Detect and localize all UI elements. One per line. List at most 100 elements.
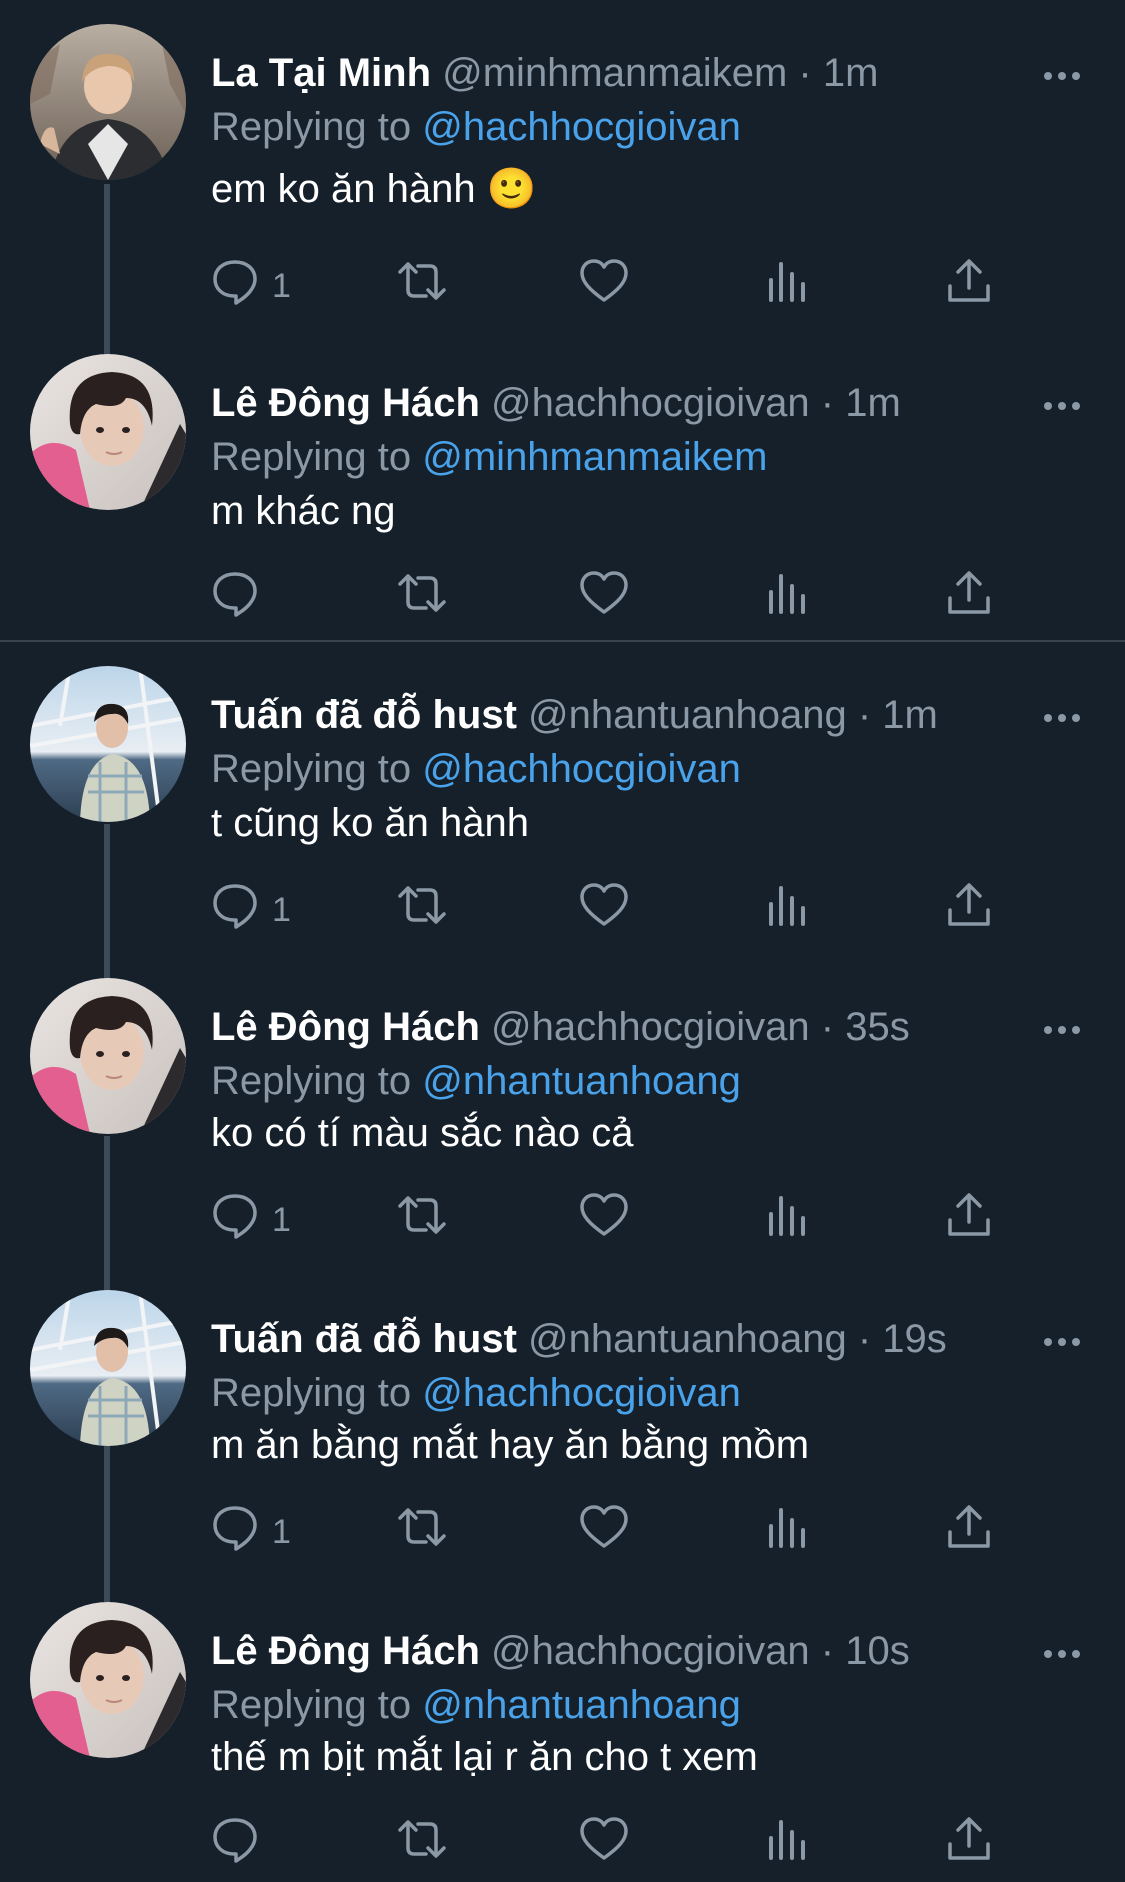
timestamp[interactable]: 19s xyxy=(882,1317,947,1361)
share-button[interactable] xyxy=(944,568,994,628)
like-button[interactable] xyxy=(578,568,630,628)
retweet-icon xyxy=(398,1508,446,1546)
reply-mention-link[interactable]: @hachhocgioivan xyxy=(422,105,741,149)
display-name[interactable]: Tuấn đã đỗ hust xyxy=(211,693,517,737)
reply-button[interactable]: 1 xyxy=(210,1502,310,1562)
timestamp[interactable]: 1m xyxy=(823,51,879,95)
tweet[interactable]: Lê Đông Hách @hachhocgioivan · 10s Reply… xyxy=(0,1602,1125,1882)
tweet[interactable]: Lê Đông Hách @hachhocgioivan · 35s Reply… xyxy=(0,978,1125,1278)
tweet[interactable]: Lê Đông Hách @hachhocgioivan · 1m Replyi… xyxy=(0,354,1125,644)
reply-button[interactable] xyxy=(210,568,310,628)
display-name[interactable]: Lê Đông Hách xyxy=(211,1005,480,1049)
share-button[interactable] xyxy=(944,880,994,940)
avatar[interactable] xyxy=(30,1602,186,1758)
tweet-text: m khác ng xyxy=(211,489,396,533)
separator-dot: · xyxy=(820,381,835,425)
like-button[interactable] xyxy=(578,1190,630,1250)
display-name[interactable]: Lê Đông Hách xyxy=(211,1629,480,1673)
user-handle[interactable]: @hachhocgioivan xyxy=(491,1629,810,1673)
heart-icon xyxy=(580,259,628,302)
reply-mention-link[interactable]: @hachhocgioivan xyxy=(422,1371,741,1415)
user-handle[interactable]: @hachhocgioivan xyxy=(491,381,810,425)
separator-dot: · xyxy=(857,1317,872,1361)
like-button[interactable] xyxy=(578,1814,630,1874)
tweet-text: em ko ăn hành 🙂 xyxy=(211,167,537,211)
user-handle[interactable]: @nhantuanhoang xyxy=(528,693,847,737)
avatar[interactable] xyxy=(30,1290,186,1446)
more-options-icon[interactable] xyxy=(1040,56,1084,96)
replying-to: Replying to @minhmanmaikem xyxy=(211,432,767,482)
tweet-actions xyxy=(0,1814,1125,1874)
retweet-button[interactable] xyxy=(394,1190,450,1250)
reply-mention-link[interactable]: @minhmanmaikem xyxy=(422,435,767,479)
retweet-button[interactable] xyxy=(394,1814,450,1874)
tweet-text: ko có tí màu sắc nào cả xyxy=(211,1111,634,1155)
display-name[interactable]: Lê Đông Hách xyxy=(211,381,480,425)
tweet-header: Lê Đông Hách @hachhocgioivan · 10s xyxy=(211,1626,910,1676)
avatar[interactable] xyxy=(30,666,186,822)
more-options-icon[interactable] xyxy=(1040,698,1084,738)
analytics-button[interactable] xyxy=(762,880,812,940)
reply-button[interactable]: 1 xyxy=(210,256,310,316)
avatar[interactable] xyxy=(30,354,186,510)
tweet[interactable]: Tuấn đã đỗ hust @nhantuanhoang · 19s Rep… xyxy=(0,1290,1125,1590)
avatar[interactable] xyxy=(30,24,186,180)
timestamp[interactable]: 1m xyxy=(882,693,938,737)
tweet-header: La Tại Minh @minhmanmaikem · 1m xyxy=(211,48,878,98)
tweet[interactable]: La Tại Minh @minhmanmaikem · 1m Replying… xyxy=(0,24,1125,324)
separator-dot: · xyxy=(820,1629,835,1673)
more-options-icon[interactable] xyxy=(1040,1010,1084,1050)
reply-icon xyxy=(213,572,257,617)
reply-mention-link[interactable]: @nhantuanhoang xyxy=(422,1059,741,1103)
separator-dot: · xyxy=(820,1005,835,1049)
share-button[interactable] xyxy=(944,256,994,316)
more-options-icon[interactable] xyxy=(1040,386,1084,426)
reply-icon xyxy=(213,1194,257,1239)
timestamp[interactable]: 35s xyxy=(845,1005,910,1049)
share-button[interactable] xyxy=(944,1502,994,1562)
replying-to: Replying to @hachhocgioivan xyxy=(211,1368,741,1418)
reply-count: 1 xyxy=(272,267,291,305)
retweet-button[interactable] xyxy=(394,1502,450,1562)
retweet-button[interactable] xyxy=(394,568,450,628)
user-handle[interactable]: @hachhocgioivan xyxy=(491,1005,810,1049)
reply-mention-link[interactable]: @hachhocgioivan xyxy=(422,747,741,791)
share-button[interactable] xyxy=(944,1190,994,1250)
separator-dot: · xyxy=(857,693,872,737)
display-name[interactable]: Tuấn đã đỗ hust xyxy=(211,1317,517,1361)
retweet-button[interactable] xyxy=(394,880,450,940)
retweet-button[interactable] xyxy=(394,256,450,316)
timestamp[interactable]: 1m xyxy=(845,381,901,425)
more-options-icon[interactable] xyxy=(1040,1634,1084,1674)
heart-icon xyxy=(580,1817,628,1860)
analytics-button[interactable] xyxy=(762,1190,812,1250)
heart-icon xyxy=(580,1505,628,1548)
reply-button[interactable]: 1 xyxy=(210,880,310,940)
tweet-actions: 1 xyxy=(0,880,1125,940)
reply-count: 1 xyxy=(272,891,291,929)
reply-icon xyxy=(213,884,257,929)
display-name[interactable]: La Tại Minh xyxy=(211,51,431,95)
timestamp[interactable]: 10s xyxy=(845,1629,910,1673)
reply-button[interactable] xyxy=(210,1814,310,1874)
share-button[interactable] xyxy=(944,1814,994,1874)
retweet-icon xyxy=(398,574,446,612)
reply-button[interactable]: 1 xyxy=(210,1190,310,1250)
tweet-actions: 1 xyxy=(0,256,1125,316)
reply-mention-link[interactable]: @nhantuanhoang xyxy=(422,1683,741,1727)
tweet[interactable]: Tuấn đã đỗ hust @nhantuanhoang · 1m Repl… xyxy=(0,666,1125,966)
avatar[interactable] xyxy=(30,978,186,1134)
analytics-icon xyxy=(769,1820,805,1860)
like-button[interactable] xyxy=(578,1502,630,1562)
analytics-button[interactable] xyxy=(762,568,812,628)
analytics-button[interactable] xyxy=(762,256,812,316)
more-options-icon[interactable] xyxy=(1040,1322,1084,1362)
user-handle[interactable]: @nhantuanhoang xyxy=(528,1317,847,1361)
like-button[interactable] xyxy=(578,880,630,940)
reply-count: 1 xyxy=(272,1201,291,1239)
tweet-actions: 1 xyxy=(0,1502,1125,1562)
analytics-button[interactable] xyxy=(762,1814,812,1874)
user-handle[interactable]: @minhmanmaikem xyxy=(442,51,787,95)
analytics-button[interactable] xyxy=(762,1502,812,1562)
like-button[interactable] xyxy=(578,256,630,316)
